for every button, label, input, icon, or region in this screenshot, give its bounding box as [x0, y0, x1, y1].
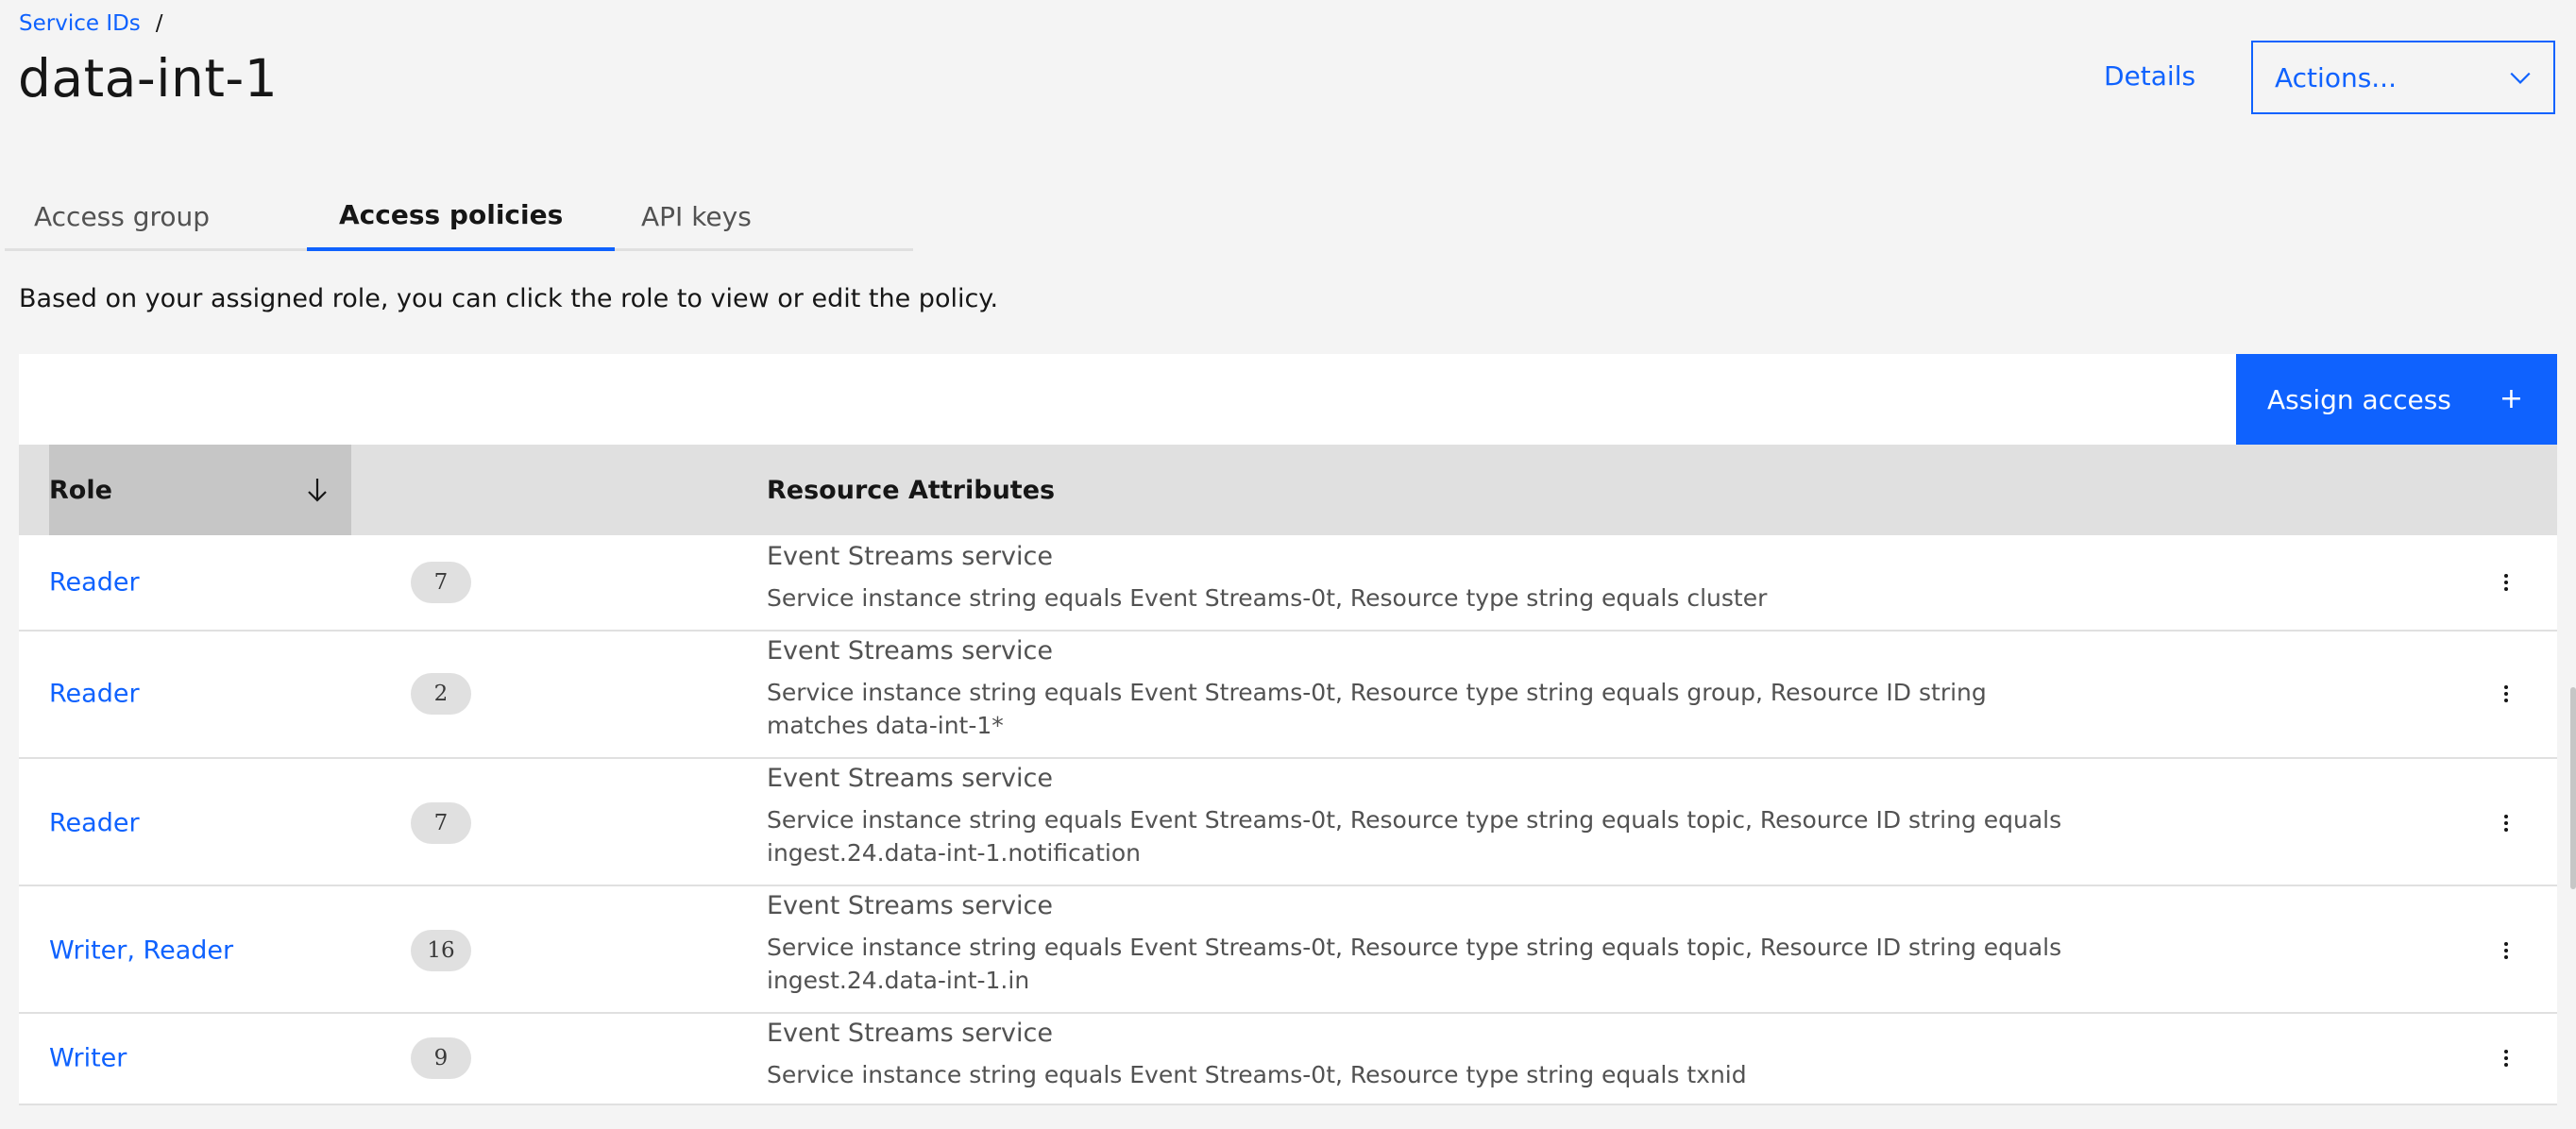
overflow-menu-icon[interactable]: [2495, 939, 2517, 962]
table-row: Writer 9 Event Streams service Service i…: [19, 1014, 2557, 1105]
breadcrumb: Service IDs /: [19, 11, 163, 36]
table-row: Writer, Reader 16 Event Streams service …: [19, 886, 2557, 1014]
overflow-menu-icon[interactable]: [2495, 571, 2517, 594]
tab-list: Access group Access policies API keys: [5, 182, 913, 251]
arrow-down-icon: [308, 479, 327, 502]
role-link[interactable]: Reader: [49, 809, 140, 838]
page-title: data-int-1: [18, 48, 279, 109]
add-icon: +: [2499, 382, 2523, 415]
table-header: Role Resource Attributes: [19, 445, 2557, 535]
overflow-menu-icon[interactable]: [2495, 682, 2517, 705]
breadcrumb-separator: /: [155, 11, 163, 36]
actions-dropdown-label: Actions...: [2275, 61, 2397, 93]
role-link[interactable]: Reader: [49, 680, 140, 709]
tab-api-keys[interactable]: API keys: [615, 182, 913, 251]
assign-access-label: Assign access: [2267, 383, 2451, 415]
details-link[interactable]: Details: [2104, 60, 2195, 92]
table-row: Reader 7 Event Streams service Service i…: [19, 535, 2557, 632]
count-tag: 16: [411, 930, 471, 971]
resource-detail: Service instance string equals Event Str…: [767, 1061, 1747, 1088]
resource-detail: Service instance string equals Event Str…: [767, 584, 1768, 612]
role-link[interactable]: Writer, Reader: [49, 936, 233, 966]
tab-access-group[interactable]: Access group: [5, 182, 307, 251]
role-link[interactable]: Writer: [49, 1044, 127, 1073]
resource-service: Event Streams service: [767, 1019, 1053, 1048]
tab-access-policies[interactable]: Access policies: [307, 182, 615, 251]
scrollbar-thumb[interactable]: [2570, 687, 2576, 889]
resource-detail: Service instance string equals Event Str…: [767, 806, 2062, 867]
count-tag: 2: [411, 673, 471, 715]
chevron-down-icon: [2510, 72, 2531, 84]
overflow-menu-icon[interactable]: [2495, 812, 2517, 834]
role-header-label: Role: [49, 475, 112, 505]
assign-access-button[interactable]: Assign access +: [2236, 354, 2557, 445]
role-column-header[interactable]: Role: [49, 445, 351, 535]
resource-attributes-header: Resource Attributes: [767, 475, 1056, 505]
table-row: Reader 2 Event Streams service Service i…: [19, 632, 2557, 759]
resource-service: Event Streams service: [767, 542, 1053, 571]
role-link[interactable]: Reader: [49, 568, 140, 598]
breadcrumb-service-ids-link[interactable]: Service IDs: [19, 11, 141, 36]
count-tag: 7: [411, 562, 471, 603]
table-row: Reader 7 Event Streams service Service i…: [19, 759, 2557, 886]
access-policies-table: Assign access + Role Resource Attributes…: [19, 354, 2557, 1105]
resource-detail: Service instance string equals Event Str…: [767, 679, 1987, 739]
resource-detail: Service instance string equals Event Str…: [767, 934, 2062, 994]
count-tag: 9: [411, 1037, 471, 1079]
count-tag: 7: [411, 802, 471, 844]
overflow-menu-icon[interactable]: [2495, 1047, 2517, 1070]
resource-service: Event Streams service: [767, 891, 1053, 920]
resource-service: Event Streams service: [767, 764, 1053, 793]
actions-dropdown[interactable]: Actions...: [2251, 41, 2555, 114]
policy-description: Based on your assigned role, you can cli…: [19, 284, 999, 313]
resource-service: Event Streams service: [767, 636, 1053, 666]
